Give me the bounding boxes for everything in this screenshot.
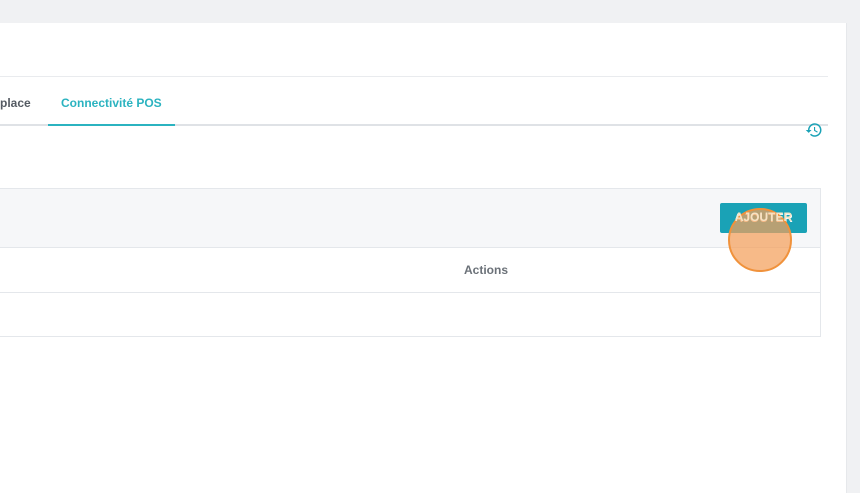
history-icon[interactable]	[805, 121, 823, 139]
tab-place[interactable]: place	[0, 77, 31, 124]
tab-bar: place Connectivité POS	[0, 77, 828, 126]
pos-connectivity-panel: AJOUTER Actions	[0, 188, 821, 337]
column-header-actions: Actions	[464, 263, 509, 277]
top-strip	[0, 0, 860, 8]
add-button[interactable]: AJOUTER	[720, 203, 807, 233]
table-header: Actions	[0, 248, 820, 293]
table-row	[0, 293, 820, 336]
panel-toolbar: AJOUTER	[0, 189, 820, 248]
tab-connectivite-pos[interactable]: Connectivité POS	[48, 77, 175, 126]
